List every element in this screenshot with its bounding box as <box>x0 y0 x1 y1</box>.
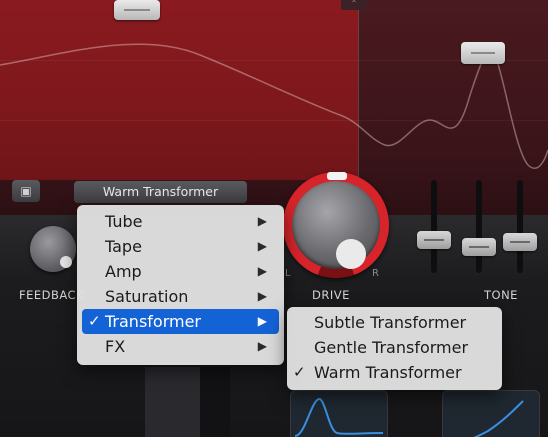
menu-item-transformer[interactable]: ✓ Transformer ▶ <box>82 309 279 334</box>
menu-item-label: Saturation <box>105 287 189 306</box>
checkmark-icon: ✓ <box>88 312 101 330</box>
submenu-arrow-icon: ▶ <box>257 264 267 278</box>
submenu-item-label: Warm Transformer <box>314 363 462 382</box>
slider-track[interactable] <box>517 180 523 273</box>
knob-indicator <box>60 256 72 268</box>
submenu-arrow-icon: ▶ <box>257 314 267 328</box>
drive-label: DRIVE <box>312 288 350 302</box>
menu-item-amp[interactable]: Amp ▶ <box>82 259 279 284</box>
transformer-submenu: Subtle Transformer Gentle Transformer ✓ … <box>287 307 502 390</box>
band-handle-right[interactable] <box>461 42 505 64</box>
slider-thumb-3[interactable] <box>503 233 537 251</box>
slider-track[interactable] <box>431 180 437 273</box>
menu-item-label: Amp <box>105 262 142 281</box>
submenu-arrow-icon: ▶ <box>257 289 267 303</box>
slider-thumb-2[interactable] <box>462 238 496 256</box>
drive-right-marker: R <box>372 268 380 279</box>
menu-item-fx[interactable]: FX ▶ <box>82 334 279 359</box>
drive-knob[interactable] <box>292 181 380 269</box>
tone-label: TONE <box>484 288 518 302</box>
feedback-knob[interactable] <box>30 226 76 272</box>
lower-slot-dark <box>200 367 230 437</box>
submenu-item-gentle-transformer[interactable]: Gentle Transformer <box>287 335 502 360</box>
save-preset-button[interactable]: ▣ <box>12 180 40 202</box>
preset-selector[interactable]: Warm Transformer <box>74 181 247 203</box>
scope-display-right <box>442 390 540 437</box>
drive-ring-indicator <box>327 172 347 180</box>
band-handle-left[interactable] <box>114 0 160 20</box>
menu-item-label: Tube <box>105 212 143 231</box>
menu-item-label: Tape <box>105 237 142 256</box>
submenu-arrow-icon: ▶ <box>257 214 267 228</box>
menu-item-tube[interactable]: Tube ▶ <box>82 209 279 234</box>
floppy-disk-icon: ▣ <box>20 184 32 198</box>
menu-item-saturation[interactable]: Saturation ▶ <box>82 284 279 309</box>
drive-left-marker: L <box>285 268 292 279</box>
submenu-item-subtle-transformer[interactable]: Subtle Transformer <box>287 310 502 335</box>
saturation-type-menu: Tube ▶ Tape ▶ Amp ▶ Saturation ▶ ✓ Trans… <box>77 205 284 365</box>
submenu-item-label: Subtle Transformer <box>314 313 467 332</box>
submenu-arrow-icon: ▶ <box>257 239 267 253</box>
checkmark-icon: ✓ <box>293 363 306 381</box>
plugin-window: ⌃ ▣ Warm Transformer FEEDBACK L R DRIVE … <box>0 0 548 437</box>
menu-item-label: FX <box>105 337 126 356</box>
menu-item-tape[interactable]: Tape ▶ <box>82 234 279 259</box>
menu-item-label: Transformer <box>105 312 202 331</box>
knob-indicator <box>336 239 366 269</box>
top-tab[interactable]: ⌃ <box>341 0 367 10</box>
submenu-item-label: Gentle Transformer <box>314 338 469 357</box>
slider-track[interactable] <box>476 180 482 273</box>
scope-display-left <box>290 390 388 437</box>
submenu-item-warm-transformer[interactable]: ✓ Warm Transformer <box>287 360 502 385</box>
feedback-label: FEEDBACK <box>19 288 85 302</box>
submenu-arrow-icon: ▶ <box>257 339 267 353</box>
lower-slot <box>145 367 205 437</box>
slider-thumb-1[interactable] <box>417 231 451 249</box>
